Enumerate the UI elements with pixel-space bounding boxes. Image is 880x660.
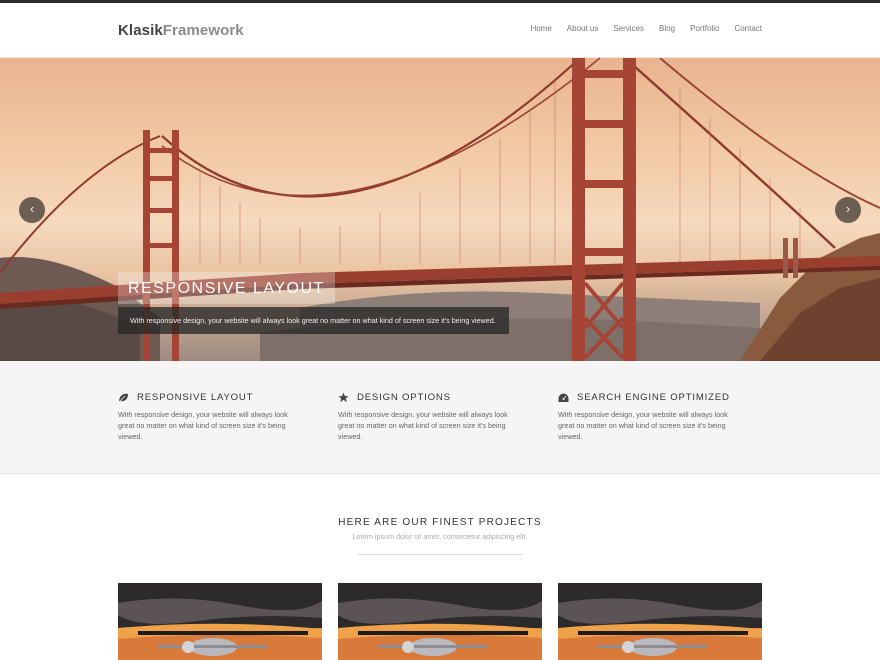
- site-logo[interactable]: KlasikFramework: [118, 22, 244, 39]
- feature-text: With responsive design, your website wil…: [558, 410, 728, 441]
- hero-slider: ‹ › RESPONSIVE LAYOUT With responsive de…: [0, 58, 880, 361]
- feature-title: SEARCH ENGINE OPTIMIZED: [577, 392, 730, 403]
- slide-caption-text: With responsive design, your website wil…: [118, 307, 509, 334]
- leaf-icon: [118, 393, 128, 402]
- chevron-left-icon: ‹: [29, 201, 35, 216]
- main-nav: Home About us Services Blog Portfolio Co…: [515, 24, 762, 33]
- project-image-biplane: [558, 583, 762, 660]
- feature-responsive-layout: RESPONSIVE LAYOUT With responsive design…: [118, 392, 298, 442]
- feature-title: RESPONSIVE LAYOUT: [137, 392, 254, 403]
- slide-caption-title: RESPONSIVE LAYOUT: [118, 272, 335, 304]
- nav-portfolio[interactable]: Portfolio: [690, 24, 719, 33]
- logo-primary: Klasik: [118, 22, 163, 39]
- projects-section: HERE ARE OUR FINEST PROJECTS Lorem ipsum…: [0, 474, 880, 660]
- feature-text: With responsive design, your website wil…: [338, 410, 508, 441]
- project-thumbnail[interactable]: [118, 583, 322, 660]
- project-image-biplane: [338, 583, 542, 660]
- nav-contact[interactable]: Contact: [734, 24, 762, 33]
- slider-prev-button[interactable]: ‹: [19, 197, 45, 223]
- nav-services[interactable]: Services: [613, 24, 644, 33]
- projects-title: HERE ARE OUR FINEST PROJECTS: [338, 517, 542, 528]
- feature-design-options: DESIGN OPTIONS With responsive design, y…: [338, 392, 518, 442]
- project-thumbnail[interactable]: [558, 583, 762, 660]
- star-icon: [338, 392, 349, 403]
- site-header: KlasikFramework Home About us Services B…: [0, 3, 880, 58]
- section-divider: [358, 554, 523, 555]
- slider-next-button[interactable]: ›: [835, 197, 861, 223]
- nav-home[interactable]: Home: [530, 24, 551, 33]
- dashboard-icon: [558, 393, 569, 402]
- project-thumbnail[interactable]: [338, 583, 542, 660]
- projects-subtitle: Lorem ipsum dolor sit amet, consectetur …: [352, 532, 528, 541]
- chevron-right-icon: ›: [845, 201, 851, 216]
- features-section: RESPONSIVE LAYOUT With responsive design…: [0, 361, 880, 474]
- nav-blog[interactable]: Blog: [659, 24, 675, 33]
- project-image-biplane: [118, 583, 322, 660]
- nav-about-us[interactable]: About us: [567, 24, 599, 33]
- feature-text: With responsive design, your website wil…: [118, 410, 288, 441]
- logo-secondary: Framework: [162, 22, 244, 39]
- feature-seo: SEARCH ENGINE OPTIMIZED With responsive …: [558, 392, 738, 442]
- feature-title: DESIGN OPTIONS: [357, 392, 451, 403]
